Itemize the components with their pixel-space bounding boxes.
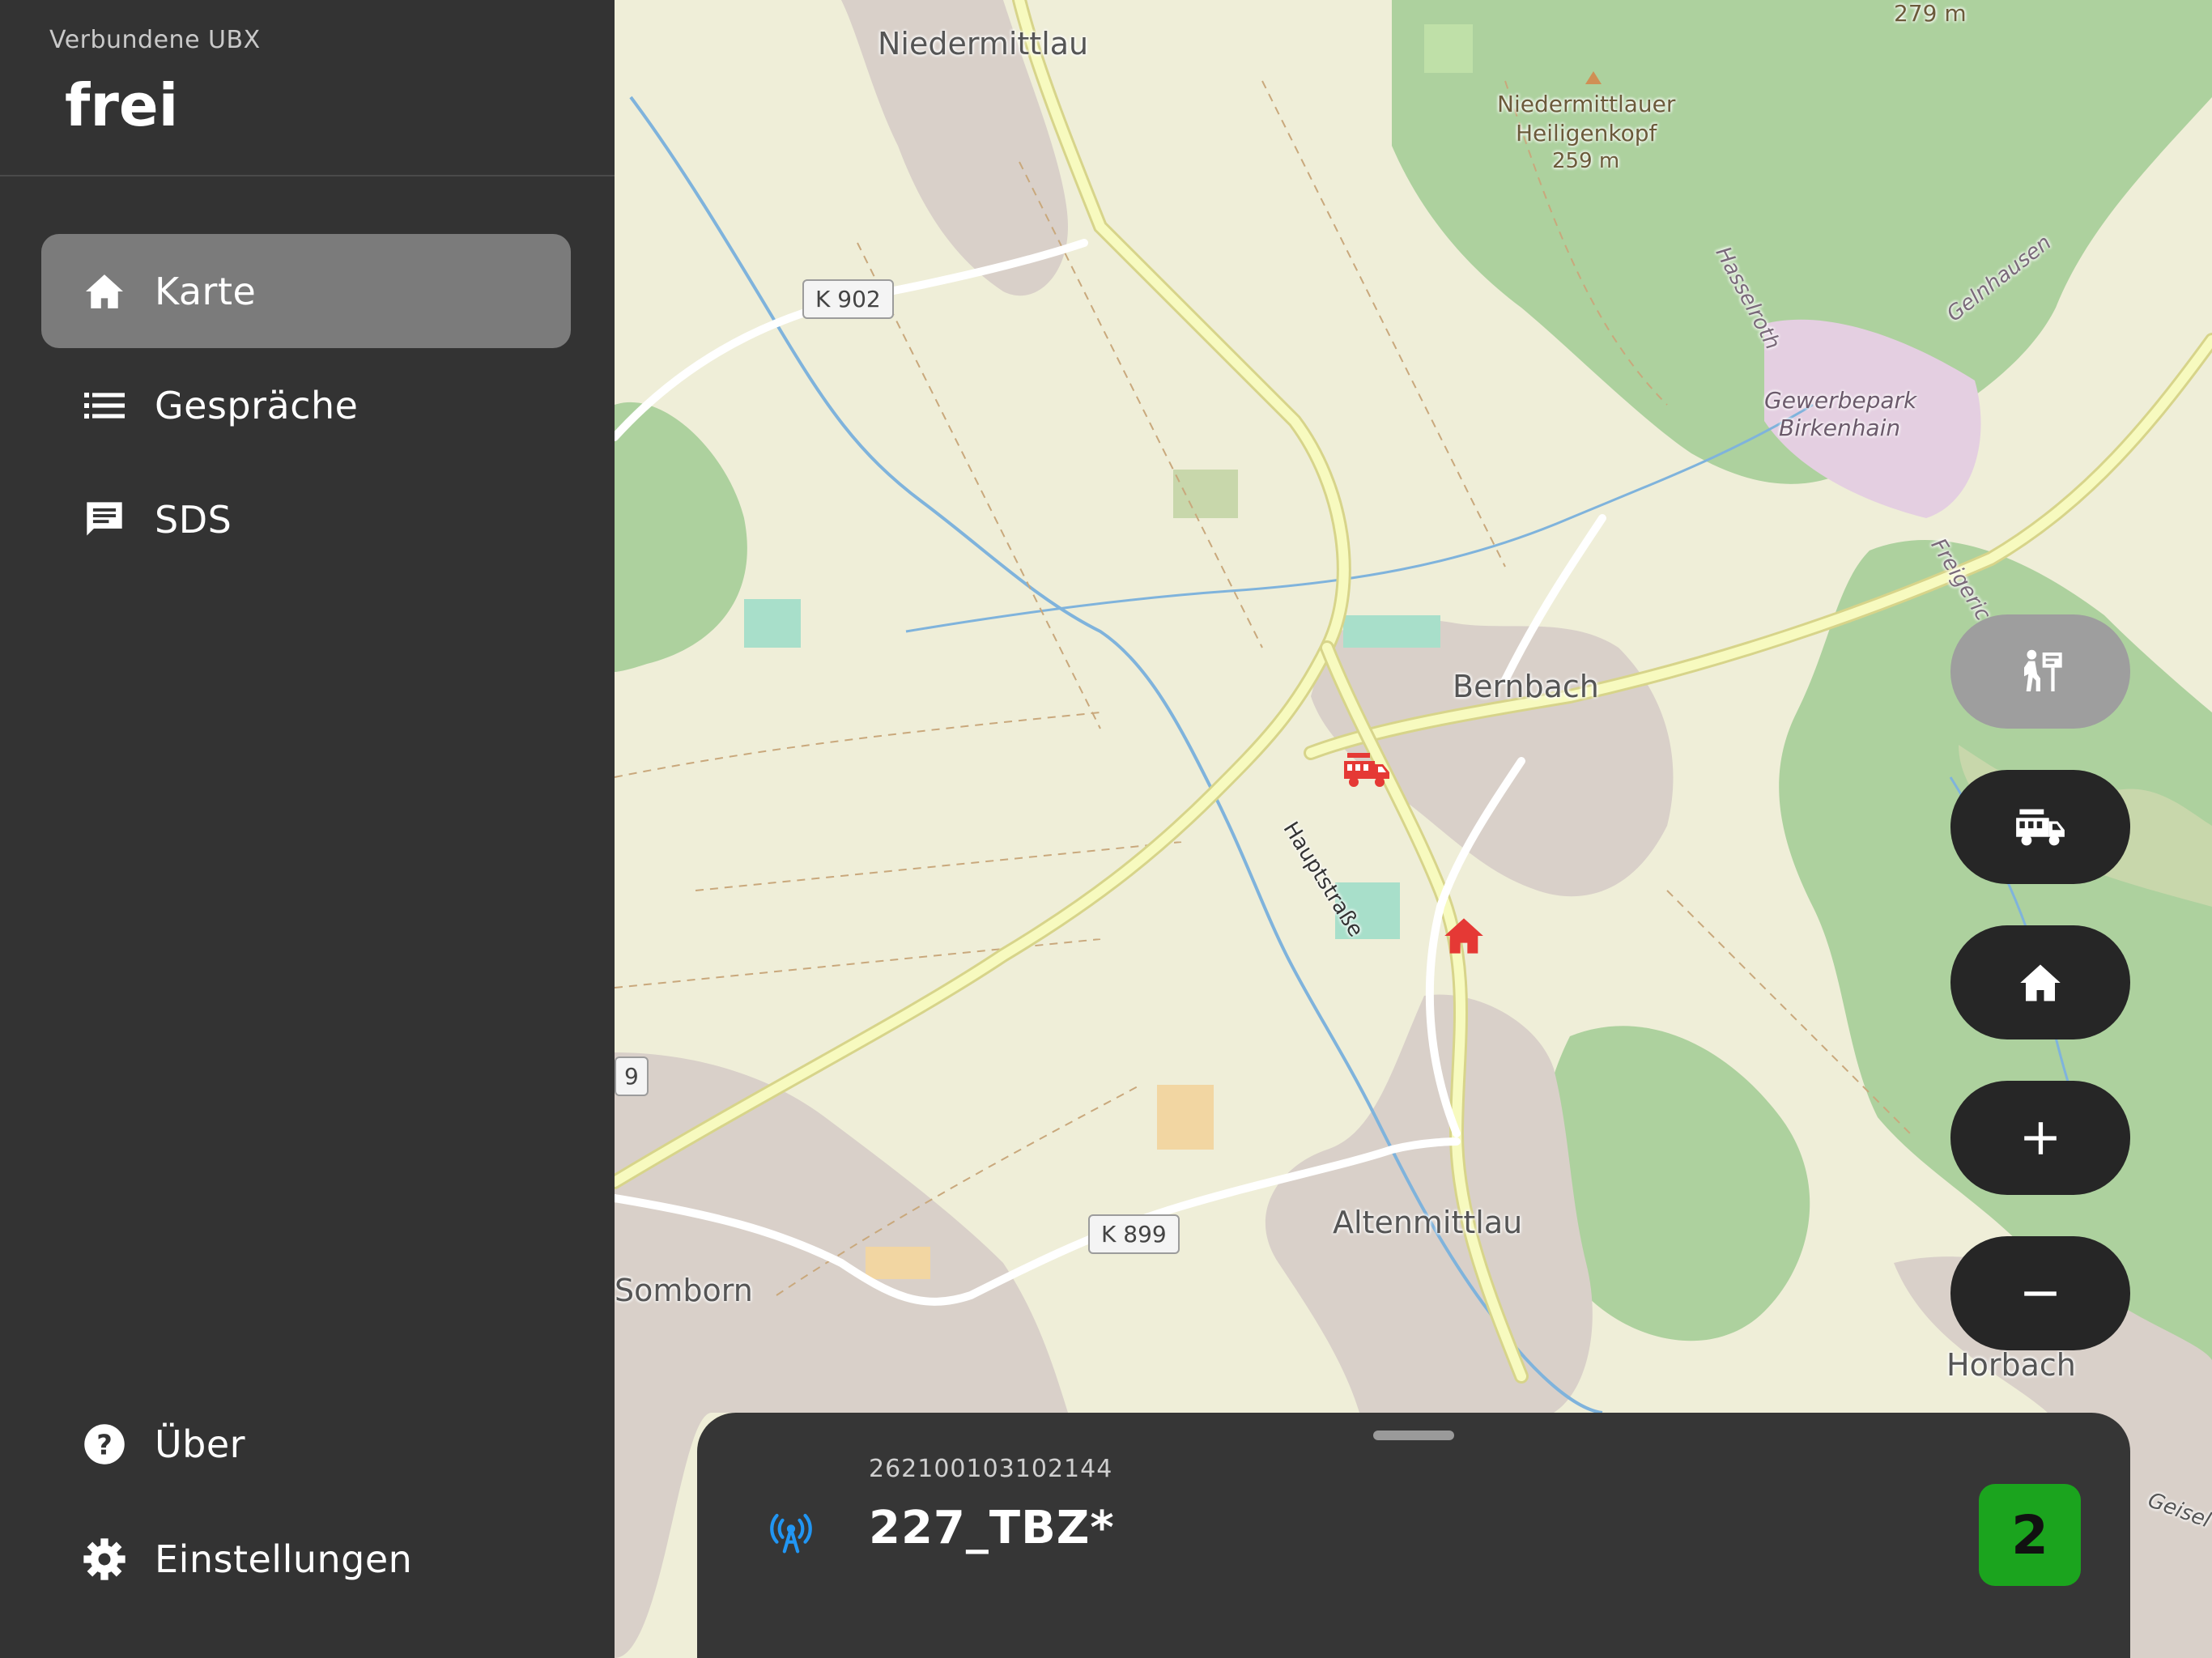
help-icon: ? — [41, 1387, 155, 1501]
place-label-heiligenkopf-2: Heiligenkopf — [1516, 120, 1657, 147]
place-label-gewerbepark: Gewerbepark — [1764, 387, 1917, 414]
road-shield-k899: K 899 — [1088, 1214, 1180, 1254]
place-label-heiligenkopf: Niedermittlauer — [1497, 91, 1676, 117]
place-label-horbach: Horbach — [1946, 1347, 2076, 1383]
list-icon — [41, 348, 155, 462]
home-icon — [1444, 918, 1483, 954]
person-sign-icon — [2024, 649, 2062, 691]
place-label-bernbach: Bernbach — [1453, 669, 1599, 704]
talkgroup-id: 262100103102144 — [869, 1455, 1113, 1483]
road-shield-edge: 9 — [615, 1056, 649, 1096]
svg-text:?: ? — [96, 1429, 113, 1460]
minus-icon — [2024, 1290, 2057, 1296]
nav-label-ueber: Über — [155, 1422, 246, 1466]
talkgroup-name: 227_TBZ* — [869, 1502, 1115, 1554]
nav-label-einstellungen: Einstellungen — [155, 1537, 413, 1581]
group-bottom-sheet[interactable]: 262100103102144 227_TBZ* 2 — [697, 1413, 2130, 1658]
home-icon — [41, 234, 155, 348]
connected-ubx-label: Verbundene UBX — [49, 26, 261, 54]
fire-truck-icon — [2016, 809, 2065, 845]
nav-item-karte[interactable]: Karte — [41, 234, 571, 348]
sheet-drag-handle[interactable] — [1373, 1431, 1454, 1440]
center-home-button[interactable] — [1950, 925, 2130, 1039]
status-badge[interactable]: 2 — [1979, 1484, 2081, 1586]
place-label-altenmittlau: Altenmittlau — [1333, 1205, 1523, 1240]
plus-icon — [2024, 1121, 2057, 1154]
nav-label-karte: Karte — [155, 269, 257, 313]
nav-item-sds[interactable]: SDS — [41, 462, 571, 576]
message-icon — [41, 462, 155, 576]
sidebar-header: Verbundene UBX frei — [0, 0, 615, 176]
home-icon — [2020, 964, 2061, 1001]
device-status: frei — [65, 71, 179, 139]
nav-item-einstellungen[interactable]: Einstellungen — [41, 1502, 571, 1616]
station-marker[interactable] — [1443, 916, 1485, 959]
nav-label-gespraeche: Gespräche — [155, 383, 359, 427]
zoom-in-button[interactable] — [1950, 1081, 2130, 1195]
sidebar: Verbundene UBX frei Karte Gespräche SDS … — [0, 0, 615, 1658]
place-label-birkenhain: Birkenhain — [1779, 414, 1901, 441]
place-label-peak-altitude: 279 m — [1894, 0, 1967, 27]
road-shield-k902: K 902 — [802, 279, 894, 319]
place-label-somborn: Somborn — [615, 1273, 753, 1308]
nav-item-ueber[interactable]: ? Über — [41, 1387, 571, 1501]
center-vehicle-button[interactable] — [1950, 770, 2130, 884]
fire-truck-icon — [1344, 753, 1389, 787]
gear-icon — [41, 1502, 155, 1616]
nav-item-gespraeche[interactable]: Gespräche — [41, 348, 571, 462]
place-label-heiligenkopf-alt: 259 m — [1552, 149, 1620, 173]
antenna-icon — [768, 1510, 814, 1558]
nav-label-sds: SDS — [155, 497, 232, 542]
follow-person-button[interactable] — [1950, 614, 2130, 729]
place-label-niedermittlau: Niedermittlau — [878, 26, 1089, 62]
fire-truck-marker[interactable] — [1342, 751, 1391, 792]
zoom-out-button[interactable] — [1950, 1236, 2130, 1350]
